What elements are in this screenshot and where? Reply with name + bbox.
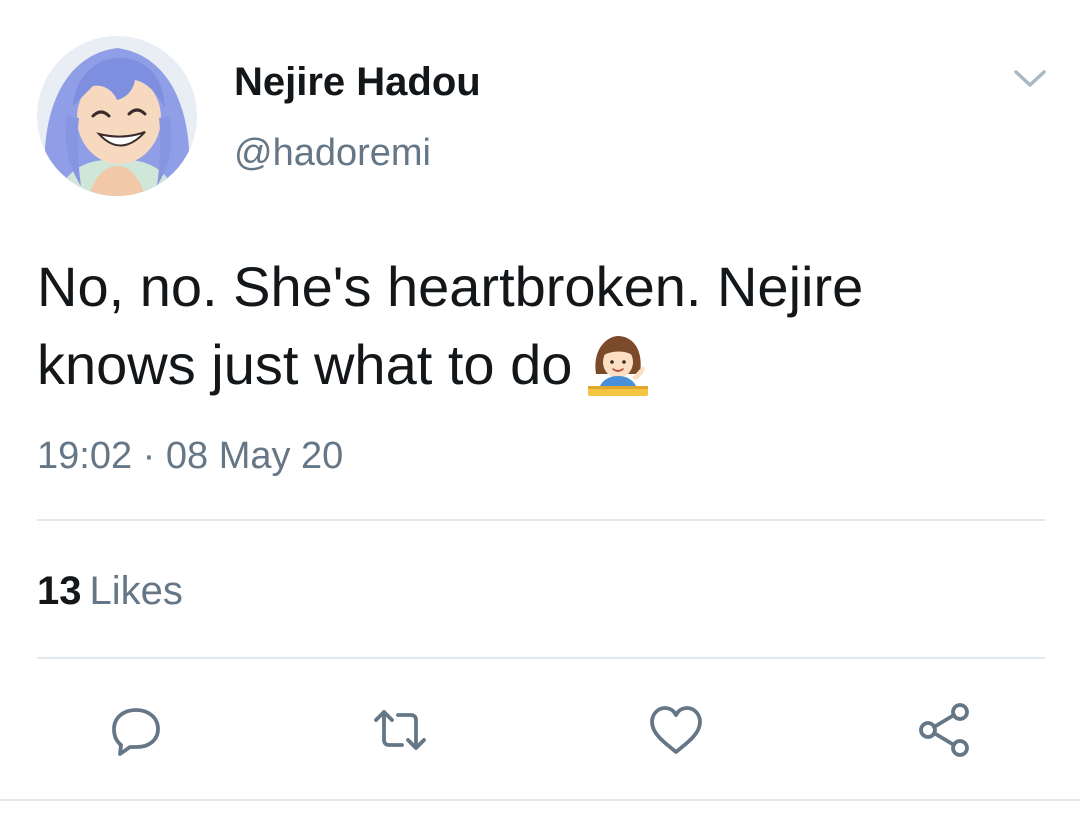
tweet-text-line-1: No, no. She's heartbroken. Nejire [37,255,864,318]
like-button[interactable] [646,700,706,760]
tweet-text-line-2-wrap: knows just what to do [37,326,1047,404]
tweet-card: Nejire Hadou @hadoremi No, no. She's hea… [0,0,1080,819]
heart-icon [650,706,702,754]
tweet-text-line-2: knows just what to do [37,333,573,396]
chevron-down-icon[interactable] [1010,62,1050,94]
likes-count: 13 [37,569,82,613]
likes-stat[interactable]: 13 Likes [37,567,183,615]
share-button[interactable] [914,700,974,760]
user-handle[interactable]: @hadoremi [234,130,431,176]
display-name[interactable]: Nejire Hadou [234,58,481,106]
avatar[interactable] [37,36,197,196]
avatar-image [37,36,197,196]
reply-button[interactable] [106,700,166,760]
tweet-text: No, no. She's heartbroken. Nejire knows … [37,248,1047,404]
tweet-timestamp[interactable]: 19:02 · 08 May 20 [37,433,343,479]
share-icon [919,703,969,757]
divider [0,799,1080,801]
divider [37,519,1045,521]
likes-label: Likes [89,569,183,613]
woman-tipping-hand-icon [582,334,654,398]
divider [37,657,1045,659]
retweet-icon [374,710,426,750]
reply-icon [112,708,160,756]
retweet-button[interactable] [370,700,430,760]
